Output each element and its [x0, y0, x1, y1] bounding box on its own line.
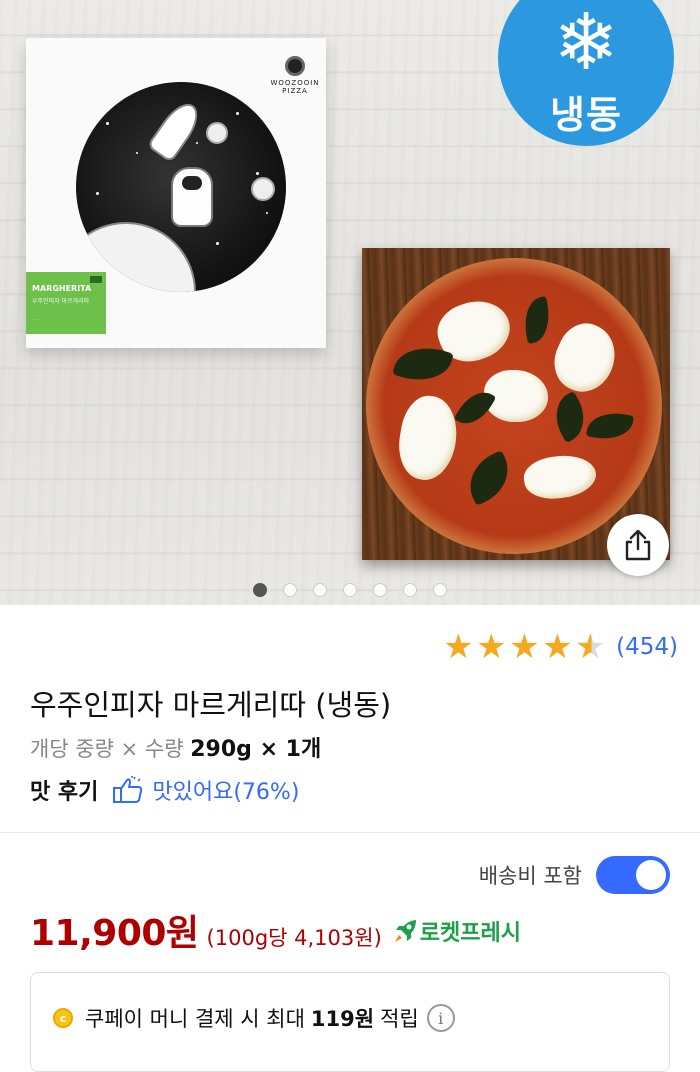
half-star-icon: ★ — [575, 630, 608, 664]
space-illustration — [76, 82, 286, 292]
star-icon: ★ — [542, 627, 573, 667]
brand-logo-text: WOOZOOIN PIZZA — [270, 79, 320, 95]
taste-review[interactable]: 맛 후기 맛있어요(76%) — [30, 774, 299, 806]
review-count-link[interactable]: (454) — [616, 634, 678, 660]
carousel-dot[interactable] — [283, 583, 297, 597]
shipping-included-label: 배송비 포함 — [478, 864, 582, 888]
cashback-amount: 119원 — [310, 1007, 375, 1031]
star-icon: ★ — [443, 627, 474, 667]
star-rating: ★★★★★ — [443, 630, 608, 664]
star-icon: ★ — [476, 627, 507, 667]
sale-price: 11,900원 — [30, 913, 199, 954]
brand-logo: WOOZOOIN PIZZA — [270, 56, 320, 95]
rocket-fresh-label: 로켓프레시 — [419, 921, 521, 946]
snowflake-icon: ❄ — [553, 0, 619, 88]
product-image-carousel[interactable]: WOOZOOIN PIZZA MARGHERITA 우주인피자 마르게리따 · … — [0, 0, 700, 605]
taste-review-label: 맛 후기 — [30, 780, 99, 805]
frozen-badge: ❄ 냉동 — [498, 0, 674, 146]
carousel-dot[interactable] — [403, 583, 417, 597]
carousel-indicator — [0, 583, 700, 597]
rocket-fresh-badge: 로켓프레시 — [392, 915, 521, 947]
carousel-dot[interactable] — [253, 583, 267, 597]
taste-review-value: 맛있어요(76%) — [152, 780, 300, 805]
shipping-included-toggle[interactable] — [596, 856, 670, 894]
section-divider — [0, 832, 700, 833]
info-icon[interactable]: i — [426, 1004, 455, 1032]
cashback-row: c 쿠페이 머니 결제 시 최대 119원 적립 i — [53, 1003, 455, 1033]
coupay-coin-icon: c — [53, 1008, 73, 1028]
box-flavor-subtitle: 우주인피자 마르게리따 — [32, 298, 90, 305]
carousel-dot[interactable] — [343, 583, 357, 597]
pizza-box-image: WOOZOOIN PIZZA MARGHERITA 우주인피자 마르게리따 · … — [26, 38, 326, 348]
box-flavor-title: MARGHERITA — [32, 284, 92, 293]
cashback-suffix: 적립 — [380, 1007, 419, 1031]
spec-value: 290g × 1개 — [190, 737, 322, 762]
shipping-included-toggle-row: 배송비 포함 — [479, 856, 670, 894]
star-icon: ★ — [509, 627, 540, 667]
rating-summary[interactable]: ★★★★★ (454) — [443, 630, 678, 664]
carousel-dot[interactable] — [433, 583, 447, 597]
product-title: 우주인피자 마르게리따 (냉동) — [30, 688, 392, 722]
pizza-image — [366, 258, 662, 554]
unit-price: (100g당 4,103원) — [206, 926, 382, 950]
price-row: 11,900원 (100g당 4,103원) 로켓프레시 — [30, 904, 521, 956]
frozen-badge-label: 냉동 — [550, 93, 622, 137]
carousel-dot[interactable] — [313, 583, 327, 597]
carousel-dot[interactable] — [373, 583, 387, 597]
product-spec: 개당 중량 × 수량 290g × 1개 — [30, 731, 321, 763]
cashback-prefix: 쿠페이 머니 결제 시 최대 — [85, 1007, 305, 1031]
rocket-icon — [394, 920, 416, 942]
spec-label: 개당 중량 × 수량 — [30, 737, 184, 761]
share-icon — [625, 529, 651, 561]
thumbs-up-icon — [113, 776, 143, 803]
box-flavor-label: MARGHERITA 우주인피자 마르게리따 · · · — [26, 272, 106, 334]
share-button[interactable] — [607, 514, 669, 576]
cashback-box: c 쿠페이 머니 결제 시 최대 119원 적립 i — [30, 972, 670, 1072]
